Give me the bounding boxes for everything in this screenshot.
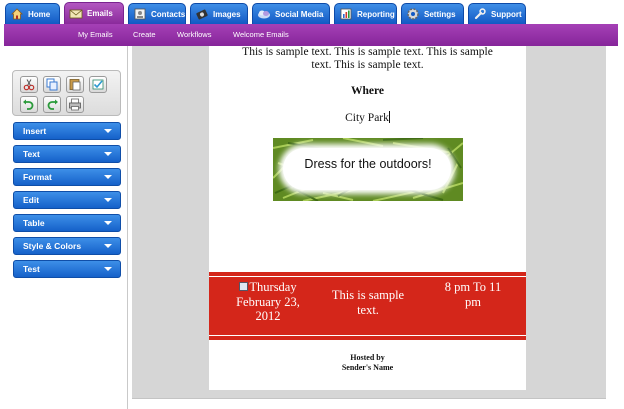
subnav-my-emails[interactable]: My Emails	[78, 30, 113, 39]
chevron-down-icon	[104, 198, 112, 202]
tab-images[interactable]: Images	[190, 3, 248, 24]
emails-subnav: My Emails Create Workflows Welcome Email…	[4, 24, 618, 46]
menu-text[interactable]: Text	[13, 145, 121, 163]
right-margin	[606, 46, 624, 409]
tab-contacts[interactable]: Contacts	[128, 3, 186, 24]
menu-label: Table	[23, 218, 45, 228]
tab-social-media[interactable]: Social Media	[252, 3, 330, 24]
menu-edit[interactable]: Edit	[13, 191, 121, 209]
band-line-top	[209, 276, 526, 277]
menu-label: Edit	[23, 195, 40, 205]
chevron-down-icon	[104, 129, 112, 133]
tab-label: Support	[491, 9, 522, 19]
subnav-workflows[interactable]: Workflows	[177, 30, 211, 39]
calendar-icon	[239, 282, 249, 291]
menu-label: Style & Colors	[23, 241, 82, 251]
hosted-by: Hosted by Sender's Name	[209, 353, 526, 373]
main-tab-bar: Home Emails Contacts Images Social Media…	[0, 0, 624, 24]
sample-text[interactable]: This is sample text. This is sample text…	[209, 46, 526, 72]
tab-label: Contacts	[151, 9, 186, 19]
event-middle-text: This is sample text.	[331, 288, 405, 317]
tab-reporting[interactable]: Reporting	[334, 3, 397, 24]
chevron-down-icon	[104, 175, 112, 179]
chart-icon	[339, 7, 353, 21]
event-date: Thursday February 23, 2012	[223, 280, 313, 324]
edit-toolbox	[12, 70, 121, 116]
tab-emails[interactable]: Emails	[64, 2, 124, 24]
tab-label: Reporting	[357, 9, 395, 19]
undo-icon[interactable]	[20, 96, 38, 113]
canvas-bottom-strip	[132, 398, 606, 409]
where-value[interactable]: City Park	[209, 111, 526, 124]
cut-icon[interactable]	[20, 76, 38, 93]
paste-icon[interactable]	[66, 76, 84, 93]
chevron-down-icon	[104, 221, 112, 225]
menu-insert[interactable]: Insert	[13, 122, 121, 140]
where-value-text: City Park	[345, 112, 389, 124]
banner-text: Dress for the outdoors!	[304, 157, 432, 171]
tab-label: Emails	[87, 9, 113, 18]
editor-side-panel: Insert Text Format Edit Table Style & Co…	[4, 46, 128, 409]
menu-label: Text	[23, 149, 40, 159]
gear-icon	[406, 7, 420, 21]
tab-label: Social Media	[275, 9, 324, 19]
text-cursor	[388, 111, 390, 123]
copy-icon[interactable]	[43, 76, 61, 93]
chevron-down-icon	[104, 244, 112, 248]
band-line-bottom	[209, 335, 526, 336]
event-band[interactable]: Thursday February 23, 2012 This is sampl…	[209, 272, 526, 340]
where-heading[interactable]: Where	[209, 85, 526, 97]
subnav-create[interactable]: Create	[133, 30, 156, 39]
tab-support[interactable]: Support	[468, 3, 526, 24]
house-icon	[10, 7, 24, 21]
cloud-icon	[257, 7, 271, 21]
tab-home[interactable]: Home	[5, 3, 60, 24]
paste-special-icon[interactable]	[89, 76, 107, 93]
redo-icon[interactable]	[43, 96, 61, 113]
menu-label: Test	[23, 264, 40, 274]
tab-label: Images	[213, 9, 241, 19]
event-time: 8 pm To 11 pm	[444, 280, 502, 309]
tab-label: Home	[28, 9, 51, 19]
menu-style-colors[interactable]: Style & Colors	[13, 237, 121, 255]
wrench-icon	[473, 7, 487, 21]
hosted-by-label: Hosted by	[350, 353, 385, 362]
subnav-welcome-emails[interactable]: Welcome Emails	[233, 30, 289, 39]
chevron-down-icon	[104, 152, 112, 156]
sender-name: Sender's Name	[341, 363, 394, 372]
menu-test[interactable]: Test	[13, 260, 121, 278]
menu-label: Format	[23, 172, 52, 182]
menu-label: Insert	[23, 126, 47, 136]
contacts-icon	[133, 7, 147, 21]
chevron-down-icon	[104, 267, 112, 271]
menu-table[interactable]: Table	[13, 214, 121, 232]
print-icon[interactable]	[66, 96, 84, 113]
tab-settings[interactable]: Settings	[401, 3, 464, 24]
menu-format[interactable]: Format	[13, 168, 121, 186]
email-document[interactable]: This is sample text. This is sample text…	[209, 46, 526, 390]
envelope-icon	[69, 7, 83, 21]
tab-label: Settings	[424, 9, 456, 19]
banner-image[interactable]: Dress for the outdoors!	[273, 138, 463, 201]
camera-icon	[195, 7, 209, 21]
